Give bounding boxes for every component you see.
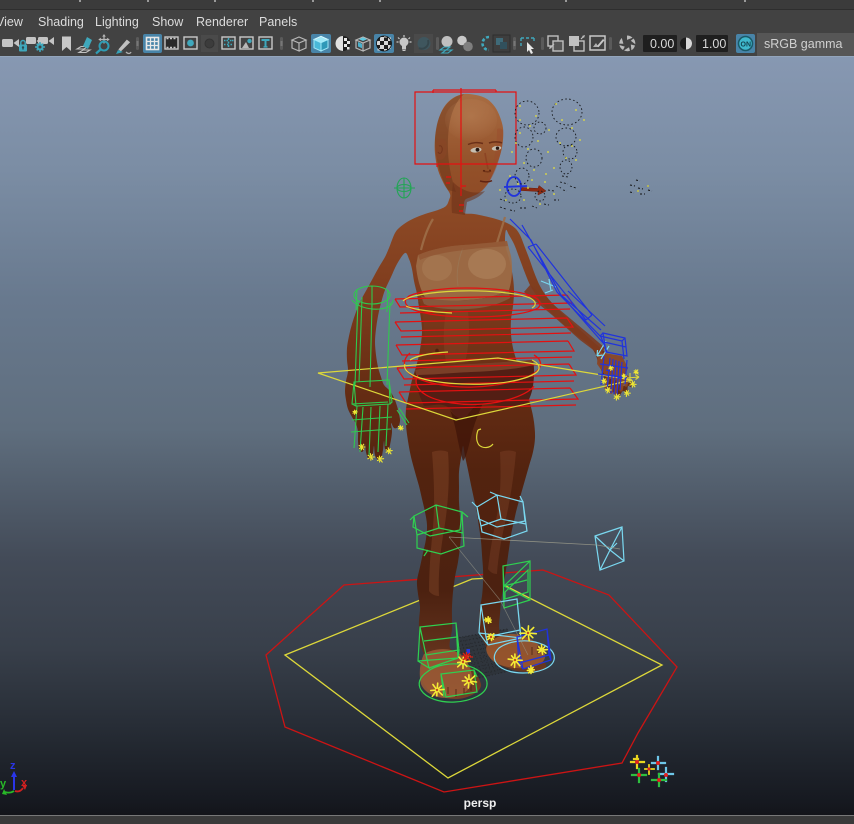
- svg-text:x: x: [21, 777, 28, 789]
- svg-text:z: z: [10, 760, 16, 772]
- svg-text:y: y: [0, 778, 7, 790]
- svg-text:0.00: 0.00: [650, 37, 674, 51]
- svg-text:sRGB gamma: sRGB gamma: [764, 37, 843, 51]
- svg-text:ON: ON: [741, 42, 752, 49]
- svg-text:1.00: 1.00: [702, 37, 726, 51]
